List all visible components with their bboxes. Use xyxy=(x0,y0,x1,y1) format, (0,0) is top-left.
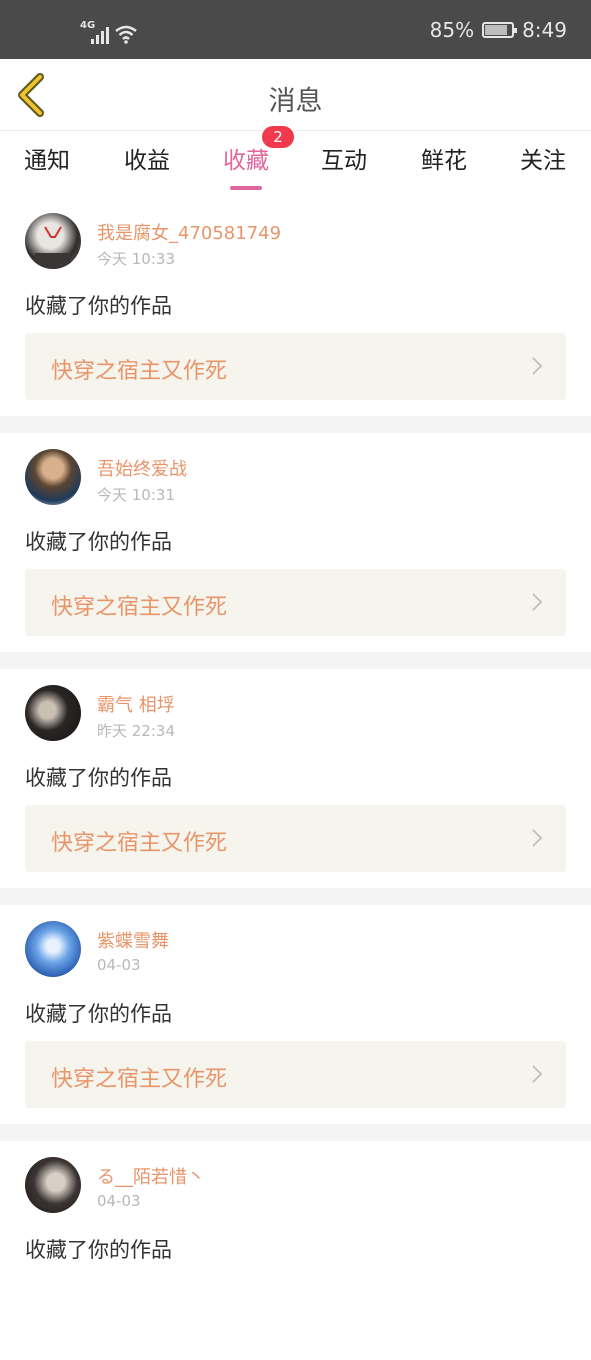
message-card: 霸气 相垺 昨天 22:34 收藏了你的作品 快穿之宿主又作死 xyxy=(0,669,591,888)
timestamp: 今天 10:31 xyxy=(97,486,175,504)
tab-bar: 通知 收益 收藏 互动 鲜花 关注 xyxy=(0,131,591,197)
chevron-right-icon xyxy=(532,357,543,375)
message-list: 我是腐女_470581749 今天 10:33 收藏了你的作品 快穿之宿主又作死… xyxy=(0,197,591,1360)
work-link[interactable]: 快穿之宿主又作死 xyxy=(25,805,566,872)
username-link[interactable]: る__陌若惜丶 xyxy=(97,1163,205,1189)
work-link[interactable]: 快穿之宿主又作死 xyxy=(25,569,566,636)
timestamp: 04-03 xyxy=(97,956,141,974)
cell-signal-icon xyxy=(91,26,109,44)
tab-label: 通知 xyxy=(24,148,70,174)
message-card: る__陌若惜丶 04-03 收藏了你的作品 xyxy=(0,1141,591,1360)
avatar[interactable] xyxy=(25,1157,81,1213)
clock: 8:49 xyxy=(522,17,567,42)
divider xyxy=(0,652,591,669)
tab-active-indicator xyxy=(230,186,262,190)
tab-following[interactable]: 关注 xyxy=(516,141,570,189)
action-text: 收藏了你的作品 xyxy=(25,766,172,790)
chevron-right-icon xyxy=(532,1065,543,1083)
message-card: 吾始终爱战 今天 10:31 收藏了你的作品 快穿之宿主又作死 xyxy=(0,433,591,652)
divider xyxy=(0,1124,591,1141)
timestamp: 04-03 xyxy=(97,1192,141,1210)
username-link[interactable]: 我是腐女_470581749 xyxy=(97,219,281,245)
page-title: 消息 xyxy=(268,86,323,117)
username-link[interactable]: 吾始终爱战 xyxy=(97,455,187,481)
work-link[interactable]: 快穿之宿主又作死 xyxy=(25,333,566,400)
tab-earnings[interactable]: 收益 xyxy=(120,141,174,189)
username-link[interactable]: 霸气 相垺 xyxy=(97,691,175,717)
tab-label: 收益 xyxy=(124,148,170,174)
avatar[interactable] xyxy=(25,449,81,505)
tab-favorites[interactable]: 收藏 xyxy=(219,141,273,190)
divider xyxy=(0,416,591,433)
tab-label: 鲜花 xyxy=(421,148,467,174)
action-text: 收藏了你的作品 xyxy=(25,294,172,318)
battery-percent: 85% xyxy=(429,17,475,42)
nav-header: 消息 xyxy=(0,59,591,131)
action-text: 收藏了你的作品 xyxy=(25,1002,172,1026)
signal-indicator: 4G xyxy=(80,20,140,48)
divider xyxy=(0,888,591,905)
timestamp: 今天 10:33 xyxy=(97,250,175,268)
tab-label: 收藏 xyxy=(223,148,269,174)
chevron-right-icon xyxy=(532,829,543,847)
tab-label: 关注 xyxy=(520,148,566,174)
action-text: 收藏了你的作品 xyxy=(25,1238,172,1262)
chevron-right-icon xyxy=(532,593,543,611)
work-title: 快穿之宿主又作死 xyxy=(51,595,228,620)
tab-label: 互动 xyxy=(321,148,367,174)
tab-interactions[interactable]: 互动 xyxy=(317,141,371,189)
status-bar: 4G 85% 8:49 xyxy=(0,0,591,59)
work-link[interactable]: 快穿之宿主又作死 xyxy=(25,1041,566,1108)
message-card: 我是腐女_470581749 今天 10:33 收藏了你的作品 快穿之宿主又作死 xyxy=(0,197,591,416)
username-link[interactable]: 紫蝶雪舞 xyxy=(97,927,169,953)
tab-flowers[interactable]: 鲜花 xyxy=(417,141,471,189)
tab-notifications[interactable]: 通知 xyxy=(20,141,74,189)
work-title: 快穿之宿主又作死 xyxy=(51,359,228,384)
avatar[interactable] xyxy=(25,921,81,977)
battery-icon xyxy=(482,21,518,38)
timestamp: 昨天 22:34 xyxy=(97,722,175,740)
avatar[interactable] xyxy=(25,685,81,741)
work-title: 快穿之宿主又作死 xyxy=(51,1067,228,1092)
avatar[interactable] xyxy=(25,213,81,269)
work-title: 快穿之宿主又作死 xyxy=(51,831,228,856)
unread-badge: 2 xyxy=(262,126,294,148)
wifi-icon xyxy=(115,25,137,44)
message-card: 紫蝶雪舞 04-03 收藏了你的作品 快穿之宿主又作死 xyxy=(0,905,591,1124)
action-text: 收藏了你的作品 xyxy=(25,530,172,554)
